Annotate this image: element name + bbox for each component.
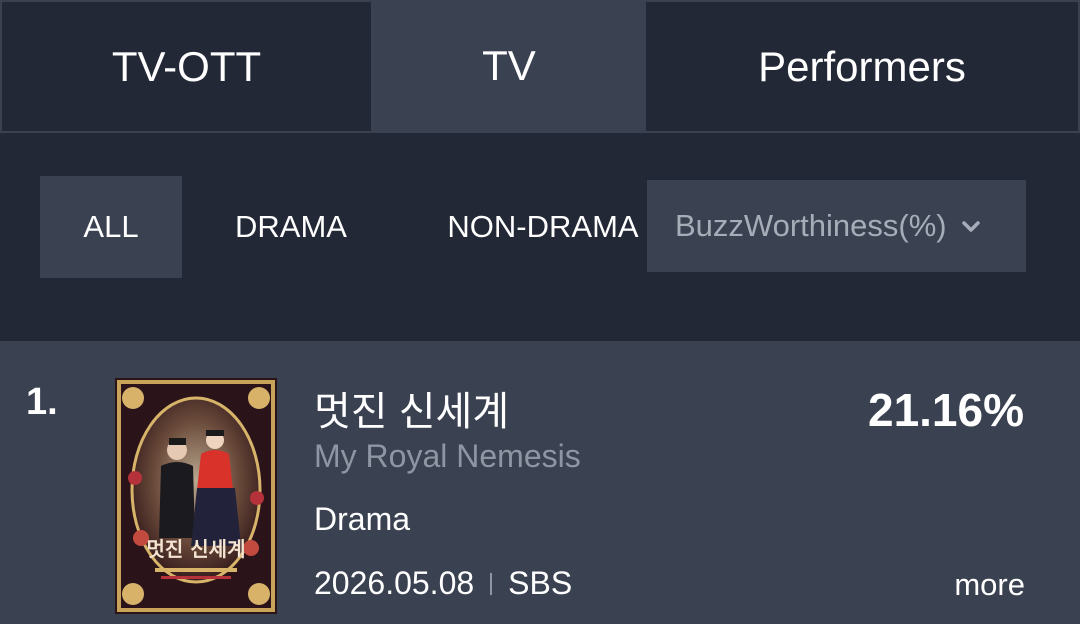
filter-label: NON-DRAMA [447, 209, 639, 244]
chevron-down-icon [959, 214, 983, 238]
tab-label: Performers [758, 42, 966, 90]
filter-bar: ALL DRAMA NON-DRAMA BuzzWorthiness(%) [0, 133, 1080, 341]
divider [490, 572, 493, 595]
tab-tv[interactable]: TV [372, 0, 646, 133]
tab-label: TV-OTT [111, 42, 262, 90]
air-info: 2026.05.08 SBS [314, 565, 572, 602]
rank-number: 1. [26, 381, 58, 423]
title-english: My Royal Nemesis [314, 438, 581, 474]
air-date: 2026.05.08 [314, 565, 475, 601]
filter-drama[interactable]: DRAMA [200, 176, 382, 278]
tab-tv-ott[interactable]: TV-OTT [0, 0, 372, 133]
genre-label: Drama [314, 501, 411, 537]
tab-label: TV [482, 41, 536, 89]
buzz-percentage: 21.16% [867, 384, 1024, 436]
poster-image[interactable]: 멋진 신세계 [115, 378, 277, 614]
filter-non-drama[interactable]: NON-DRAMA [430, 176, 656, 278]
channel-name: SBS [508, 565, 573, 601]
filter-all[interactable]: ALL [40, 176, 182, 278]
category-tabs: TV-OTT TV Performers [0, 0, 1080, 133]
title-korean: 멋진 신세계 [314, 390, 510, 434]
filter-label: DRAMA [235, 209, 347, 244]
sort-dropdown[interactable]: BuzzWorthiness(%) [647, 180, 1026, 272]
svg-text:멋진 신세계: 멋진 신세계 [147, 537, 246, 561]
sort-label: BuzzWorthiness(%) [675, 208, 947, 243]
more-link[interactable]: more [954, 567, 1025, 603]
ranking-item[interactable]: 1. 멋진 신세계 멋진 신세계 My Royal Nemesis Drama … [0, 341, 1080, 624]
tab-performers[interactable]: Performers [646, 0, 1080, 133]
filter-label: ALL [83, 209, 139, 244]
